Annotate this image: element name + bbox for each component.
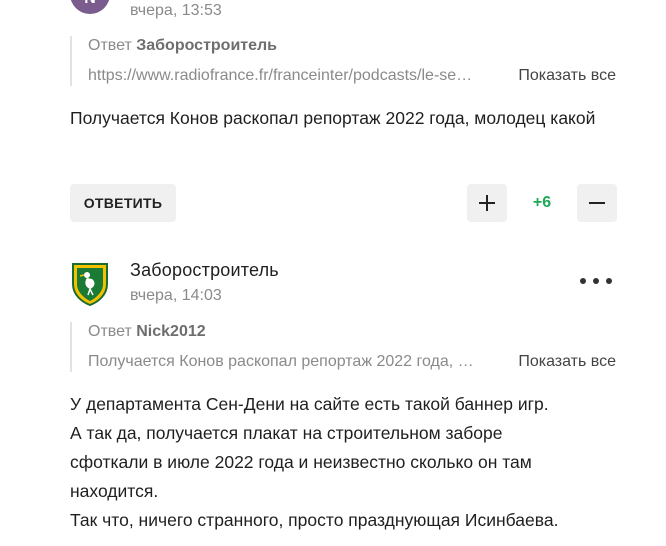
more-options-button[interactable] (580, 270, 612, 292)
club-crest-icon (72, 263, 108, 307)
avatar[interactable] (70, 260, 110, 307)
comment-time: вчера, 13:53 (130, 2, 222, 19)
show-all-link[interactable]: Показать все (518, 353, 616, 371)
quote-prefix: Ответ (88, 323, 132, 340)
upvote-button[interactable] (467, 184, 507, 222)
minus-icon (589, 195, 605, 211)
quote-text: https://www.radiofrance.fr/franceinter/p… (88, 67, 478, 84)
show-all-link[interactable]: Показать все (518, 67, 616, 85)
comment-line: находится. (70, 481, 159, 501)
reply-quote: Ответ Заборостроитель https://www.radiof… (70, 36, 616, 86)
quote-header: Ответ Заборостроитель (88, 36, 616, 56)
reply-button[interactable]: ОТВЕТИТЬ (70, 184, 176, 222)
dot-icon (606, 278, 612, 284)
avatar-letter: N (84, 0, 96, 8)
quote-text: Получается Конов раскопал репортаж 2022 … (88, 353, 478, 370)
quote-header: Ответ Nick2012 (88, 322, 616, 342)
quote-prefix: Ответ (88, 37, 132, 54)
dot-icon (580, 278, 586, 284)
dot-icon (593, 278, 599, 284)
comment-line: У департамента Сен-Дени на сайте есть та… (70, 394, 549, 414)
reply-quote: Ответ Nick2012 Получается Конов раскопал… (70, 322, 616, 372)
comment-line: Так что, ничего странного, просто праздн… (70, 510, 559, 530)
comment-author[interactable]: Заборостроитель (130, 260, 279, 281)
comment-line: А так да, получается плакат на строитель… (70, 423, 503, 443)
plus-icon (479, 195, 495, 211)
vote-score: +6 (532, 194, 552, 211)
comment-body: Получается Конов раскопал репортаж 2022 … (70, 108, 596, 128)
comment-line: сфоткали в июле 2022 года и неизвестно с… (70, 452, 532, 472)
avatar[interactable]: N (70, 0, 110, 14)
quote-author[interactable]: Заборостроитель (136, 37, 277, 54)
comment-body: У департамента Сен-Дени на сайте есть та… (70, 390, 616, 535)
quote-author[interactable]: Nick2012 (136, 323, 205, 340)
downvote-button[interactable] (577, 184, 617, 222)
comment-time: вчера, 14:03 (130, 287, 222, 304)
